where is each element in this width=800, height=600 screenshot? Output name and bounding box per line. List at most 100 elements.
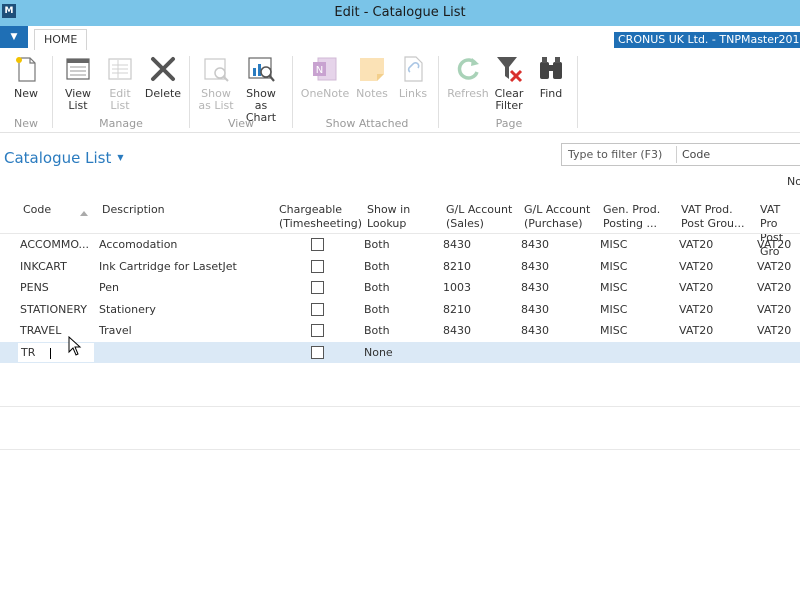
cell-vat-prod-2: VAT20 bbox=[757, 303, 792, 316]
cell-code: ACCOMMO... bbox=[20, 238, 90, 251]
group-page-label: Page bbox=[495, 117, 523, 130]
column-header-chargeable[interactable]: Chargeable (Timesheeting) bbox=[279, 203, 362, 231]
show-as-list-button[interactable]: Show as List bbox=[196, 54, 236, 112]
edit-list-icon bbox=[108, 58, 132, 80]
cell-description: Travel bbox=[99, 324, 132, 337]
no-filter-text: No bbox=[787, 175, 800, 188]
app-menu-button[interactable]: ▼ bbox=[0, 26, 28, 48]
column-header-description[interactable]: Description bbox=[102, 203, 165, 217]
column-header-gl-purchase[interactable]: G/L Account (Purchase) bbox=[524, 203, 590, 231]
cell-gl-sales: 8210 bbox=[443, 303, 471, 316]
notes-icon bbox=[360, 58, 384, 81]
clear-filter-button[interactable]: Clear Filter bbox=[490, 54, 528, 112]
chargeable-checkbox[interactable] bbox=[311, 238, 324, 251]
delete-label: Delete bbox=[144, 87, 182, 100]
chargeable-checkbox[interactable] bbox=[311, 324, 324, 337]
view-list-label-2: List bbox=[68, 99, 88, 112]
cell-vat-prod: VAT20 bbox=[679, 324, 714, 337]
cell-code: PENS bbox=[20, 281, 49, 294]
cell-description: Ink Cartridge for LasetJet bbox=[99, 260, 237, 273]
ribbon: New New View List Edit List Delete Manag… bbox=[0, 50, 800, 133]
new-label: New bbox=[14, 87, 38, 100]
cell-gl-purchase: 8430 bbox=[521, 260, 549, 273]
show-as-chart-button[interactable]: Show as Chart bbox=[239, 54, 283, 124]
window-title: Edit - Catalogue List bbox=[334, 5, 466, 20]
view-list-button[interactable]: View List bbox=[60, 54, 96, 112]
show-as-chart-label-1: Show as bbox=[246, 87, 276, 112]
code-input[interactable]: TR bbox=[18, 343, 94, 362]
cell-gen-prod: MISC bbox=[600, 303, 628, 316]
page-title[interactable]: Catalogue List ▼ bbox=[4, 149, 124, 167]
filter-separator bbox=[676, 146, 677, 163]
code-input-value: TR bbox=[21, 346, 36, 359]
column-header-gl-sales[interactable]: G/L Account (Sales) bbox=[446, 203, 512, 231]
chevron-down-icon: ▼ bbox=[117, 153, 124, 162]
onenote-button[interactable]: N OneNote bbox=[300, 54, 350, 100]
table-row[interactable]: INKCART Ink Cartridge for LasetJet Both … bbox=[0, 256, 800, 277]
page-title-text: Catalogue List bbox=[4, 149, 112, 167]
ribbon-separator bbox=[292, 56, 293, 128]
filter-field-select[interactable]: Code bbox=[682, 148, 710, 161]
cell-gen-prod: MISC bbox=[600, 281, 628, 294]
links-icon bbox=[404, 56, 423, 82]
delete-x-icon bbox=[151, 57, 175, 81]
cell-description: Pen bbox=[99, 281, 119, 294]
chargeable-checkbox[interactable] bbox=[311, 346, 324, 359]
edit-list-button[interactable]: Edit List bbox=[102, 54, 138, 112]
ribbon-separator bbox=[52, 56, 53, 128]
column-header-gen-prod[interactable]: Gen. Prod. Posting ... bbox=[603, 203, 660, 231]
grid-divider bbox=[0, 449, 800, 450]
filter-input[interactable]: Type to filter (F3) bbox=[568, 148, 662, 161]
refresh-label: Refresh bbox=[447, 87, 489, 100]
new-table-row[interactable]: TR None bbox=[0, 342, 800, 363]
cell-vat-prod: VAT20 bbox=[679, 281, 714, 294]
filter-box: Type to filter (F3) Code bbox=[561, 143, 800, 166]
group-new-label: New bbox=[14, 117, 38, 130]
refresh-button[interactable]: Refresh bbox=[446, 54, 490, 100]
links-button[interactable]: Links bbox=[395, 54, 431, 100]
tab-home[interactable]: HOME bbox=[34, 29, 88, 51]
table-row[interactable]: PENS Pen Both 1003 8430 MISC VAT20 VAT20 bbox=[0, 277, 800, 298]
table-row[interactable]: STATIONERY Stationery Both 8210 8430 MIS… bbox=[0, 299, 800, 320]
cell-vat-prod: VAT20 bbox=[679, 303, 714, 316]
table-row[interactable]: TRAVEL Travel Both 8430 8430 MISC VAT20 … bbox=[0, 320, 800, 341]
table-row[interactable]: ACCOMMO... Accomodation Both 8430 8430 M… bbox=[0, 234, 800, 255]
mouse-pointer-icon bbox=[68, 336, 82, 356]
chargeable-checkbox[interactable] bbox=[311, 260, 324, 273]
cell-code: INKCART bbox=[20, 260, 67, 273]
cell-vat-prod-2: VAT20 bbox=[757, 281, 792, 294]
notes-button[interactable]: Notes bbox=[353, 54, 391, 100]
chargeable-checkbox[interactable] bbox=[311, 303, 324, 316]
ribbon-separator bbox=[577, 56, 578, 128]
delete-button[interactable]: Delete bbox=[144, 54, 182, 100]
new-button[interactable]: New bbox=[8, 54, 44, 100]
svg-text:N: N bbox=[316, 65, 323, 76]
cell-gl-purchase: 8430 bbox=[521, 324, 549, 337]
text-cursor bbox=[50, 348, 51, 359]
cell-gl-purchase: 8430 bbox=[521, 281, 549, 294]
cell-vat-prod: VAT20 bbox=[679, 238, 714, 251]
column-header-show-in-lookup[interactable]: Show in Lookup bbox=[367, 203, 410, 231]
cell-description: Accomodation bbox=[99, 238, 178, 251]
cell-lookup: None bbox=[364, 346, 393, 359]
clear-filter-label-2: Filter bbox=[495, 99, 523, 112]
cell-lookup: Both bbox=[364, 260, 390, 273]
find-button[interactable]: Find bbox=[532, 54, 570, 100]
cell-code: TRAVEL bbox=[20, 324, 62, 337]
column-header-vat-prod[interactable]: VAT Prod. Post Grou... bbox=[681, 203, 745, 231]
cell-lookup: Both bbox=[364, 303, 390, 316]
cell-gen-prod: MISC bbox=[600, 238, 628, 251]
show-as-chart-icon bbox=[248, 57, 275, 82]
cell-gl-purchase: 8430 bbox=[521, 303, 549, 316]
company-name[interactable]: CRONUS UK Ltd. - TNPMaster2015 - bbox=[614, 32, 800, 48]
new-document-icon bbox=[16, 57, 36, 82]
column-header-code[interactable]: Code bbox=[23, 203, 51, 217]
cell-gl-sales: 8210 bbox=[443, 260, 471, 273]
show-as-list-label-2: as List bbox=[198, 99, 234, 112]
chargeable-checkbox[interactable] bbox=[311, 281, 324, 294]
ribbon-tabs: ▼ HOME CRONUS UK Ltd. - TNPMaster2015 - bbox=[0, 26, 800, 51]
group-show-attached-label: Show Attached bbox=[325, 117, 409, 130]
cell-description: Stationery bbox=[99, 303, 156, 316]
clear-filter-icon bbox=[497, 57, 523, 83]
links-label: Links bbox=[398, 87, 428, 100]
